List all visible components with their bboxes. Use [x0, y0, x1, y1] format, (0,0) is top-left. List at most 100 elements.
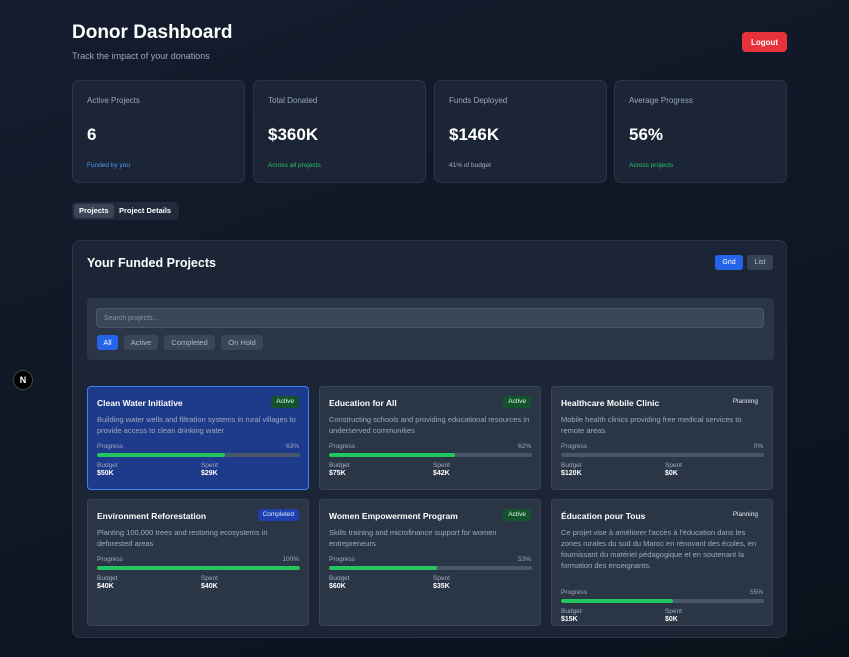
progress-bar: [97, 453, 300, 457]
spent-label: Spent: [433, 462, 450, 469]
project-description: Building water wells and filtration syst…: [97, 415, 296, 435]
progress-label: Progress: [329, 443, 356, 450]
filter-box: All Active Completed On Hold: [87, 298, 774, 360]
stat-card-average-progress: Average Progress 56% Across projects: [614, 80, 787, 183]
project-title: Environment Reforestation: [97, 511, 207, 521]
budget-value: $75K: [329, 470, 346, 477]
project-card[interactable]: Healthcare Mobile Clinic Planning Mobile h…: [551, 386, 773, 490]
next-logo-icon[interactable]: N: [13, 370, 33, 390]
budget-label: Budget: [329, 462, 350, 469]
filter-completed[interactable]: Completed: [164, 335, 215, 350]
progress-percent: 100%: [282, 556, 299, 563]
stat-value: 56%: [629, 125, 664, 144]
project-card[interactable]: Education for All Active Constructing scho…: [319, 386, 541, 490]
budget-value: $50K: [97, 470, 114, 477]
progress-fill: [329, 566, 437, 570]
status-badge: Planning: [732, 398, 758, 405]
filter-on-hold[interactable]: On Hold: [221, 335, 263, 350]
project-description: Mobile health clinics providing free med…: [561, 415, 742, 435]
progress-fill: [97, 566, 300, 570]
stat-card-total-donated: Total Donated $360K Across all projects: [253, 80, 426, 183]
budget-value: $60K: [329, 583, 346, 590]
stat-value: 6: [87, 125, 97, 144]
spent-value: $0K: [665, 470, 678, 477]
budget-label: Budget: [561, 608, 582, 615]
project-card[interactable]: Environment Reforestation Completed Planti…: [87, 499, 309, 626]
progress-fill: [329, 453, 455, 457]
spent-value: $40K: [201, 583, 218, 590]
stat-label: Active Projects: [87, 96, 140, 105]
page-subtitle: Track the impact of your donations: [72, 51, 210, 61]
status-badge: Active: [503, 396, 531, 408]
stat-sub: 41% of budget: [449, 162, 491, 169]
progress-bar: [561, 453, 764, 457]
projects-panel: Your Funded Projects Grid List All Activ…: [72, 240, 787, 638]
stat-card-funds-deployed: Funds Deployed $146K 41% of budget: [434, 80, 607, 183]
project-title: Women Empowerment Program: [329, 511, 458, 521]
progress-label: Progress: [329, 556, 356, 563]
project-card[interactable]: Éducation pour Tous Planning Ce projet vis…: [551, 499, 773, 626]
project-description: Skills training and microfinance support…: [329, 528, 497, 548]
logout-button[interactable]: Logout: [742, 32, 787, 52]
project-description: Constructing schools and providing educa…: [329, 415, 530, 435]
search-input[interactable]: [96, 308, 764, 328]
progress-fill: [561, 599, 673, 603]
budget-value: $40K: [97, 583, 114, 590]
project-card[interactable]: Clean Water Initiative Active Building wat…: [87, 386, 309, 490]
progress-percent: 55%: [749, 589, 763, 596]
project-title: Clean Water Initiative: [97, 398, 183, 408]
spent-label: Spent: [433, 575, 450, 582]
spent-label: Spent: [665, 608, 682, 615]
stats-row: Active Projects 6 Funded by you Total Do…: [72, 80, 787, 183]
stat-sub: Across all projects: [268, 162, 321, 169]
progress-label: Progress: [97, 443, 124, 450]
progress-percent: 63%: [285, 443, 299, 450]
stat-card-active-projects: Active Projects 6 Funded by you: [72, 80, 245, 183]
status-badge: Active: [271, 396, 299, 408]
project-title: Healthcare Mobile Clinic: [561, 398, 660, 408]
spent-label: Spent: [201, 575, 218, 582]
spent-value: $42K: [433, 470, 450, 477]
project-title: Éducation pour Tous: [561, 511, 646, 521]
tab-bar: Projects Project Details: [72, 202, 179, 220]
list-view-button[interactable]: List: [747, 255, 773, 270]
budget-label: Budget: [97, 462, 118, 469]
stat-value: $146K: [449, 125, 500, 144]
progress-bar: [329, 453, 532, 457]
spent-label: Spent: [201, 462, 218, 469]
filter-all[interactable]: All: [97, 335, 118, 350]
project-title: Education for All: [329, 398, 397, 408]
project-description: Planting 100,000 trees and restoring eco…: [97, 528, 268, 548]
spent-value: $0K: [665, 616, 678, 623]
progress-percent: 62%: [517, 443, 531, 450]
filter-active[interactable]: Active: [124, 335, 158, 350]
project-description: Ce projet vise à améliorer l'accès à l'é…: [561, 528, 757, 570]
project-card[interactable]: Women Empowerment Program Active Skills tr…: [319, 499, 541, 626]
tab-projects[interactable]: Projects: [74, 204, 114, 218]
status-badge: Planning: [732, 511, 758, 518]
progress-bar: [97, 566, 300, 570]
budget-label: Budget: [329, 575, 350, 582]
progress-bar: [329, 566, 532, 570]
progress-label: Progress: [97, 556, 124, 563]
progress-label: Progress: [561, 443, 588, 450]
progress-bar: [561, 599, 764, 603]
budget-value: $15K: [561, 616, 578, 623]
status-badge: Active: [503, 509, 531, 521]
status-badge: Completed: [257, 509, 299, 521]
stat-label: Average Progress: [629, 96, 693, 105]
grid-view-button[interactable]: Grid: [715, 255, 743, 270]
stat-value: $360K: [268, 125, 319, 144]
spent-label: Spent: [665, 462, 682, 469]
budget-label: Budget: [97, 575, 118, 582]
stat-label: Total Donated: [268, 96, 318, 105]
panel-title: Your Funded Projects: [87, 256, 216, 270]
spent-value: $35K: [433, 583, 450, 590]
stat-sub: Funded by you: [87, 162, 131, 169]
stat-sub: Across projects: [629, 162, 674, 169]
progress-label: Progress: [561, 589, 588, 596]
tab-project-details[interactable]: Project Details: [114, 204, 176, 218]
progress-fill: [97, 453, 225, 457]
progress-percent: 53%: [517, 556, 531, 563]
progress-percent: 0%: [753, 443, 763, 450]
